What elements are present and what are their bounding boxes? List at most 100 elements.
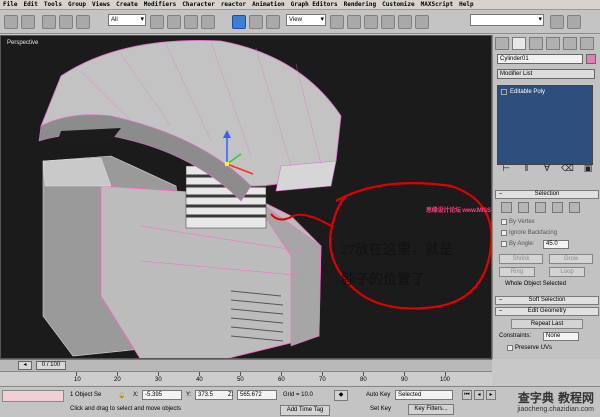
pin-stack-icon[interactable]: ⊢ <box>499 163 513 174</box>
menu-maxscript[interactable]: MAXScript <box>421 1 454 8</box>
track-bar[interactable]: 10 20 30 40 50 60 70 80 90 100 <box>0 371 492 385</box>
menu-animation[interactable]: Animation <box>252 1 285 8</box>
display-tab-icon[interactable] <box>563 37 577 50</box>
window-crossing-icon[interactable] <box>201 15 215 29</box>
rectangular-selection-icon[interactable] <box>184 15 198 29</box>
edge-icon[interactable] <box>518 202 529 213</box>
named-selection-dropdown[interactable] <box>470 14 544 26</box>
create-tab-icon[interactable] <box>495 37 509 50</box>
menu-create[interactable]: Create <box>116 1 138 8</box>
menu-customize[interactable]: Customize <box>382 1 415 8</box>
select-manipulate-icon[interactable] <box>347 15 361 29</box>
remove-modifier-icon[interactable]: ⌫ <box>561 163 575 174</box>
ring-button[interactable]: Ring <box>499 267 535 277</box>
checkbox-box[interactable] <box>507 345 513 351</box>
site-watermark-bottom: 查字典 教程网 jiaocheng.chazidian.com <box>484 389 594 413</box>
percent-snap-icon[interactable] <box>398 15 412 29</box>
menu-edit[interactable]: Edit <box>23 1 37 8</box>
reference-coordinate-dropdown[interactable]: View <box>286 14 326 26</box>
prev-frame-icon[interactable]: ◂ <box>18 361 32 370</box>
menu-tools[interactable]: Tools <box>44 1 62 8</box>
modify-tab-icon[interactable] <box>512 37 526 50</box>
go-to-start-icon[interactable]: ⏮ <box>462 390 472 400</box>
loop-button[interactable]: Loop <box>549 267 585 277</box>
annotation-line-1: 27放在这里，就是 <box>341 243 453 258</box>
vertex-icon[interactable] <box>501 202 512 213</box>
previous-frame-icon[interactable]: ◂ <box>474 390 484 400</box>
snaps-toggle-icon[interactable] <box>364 15 378 29</box>
select-and-rotate-icon[interactable] <box>249 15 263 29</box>
ignore-backfacing-checkbox[interactable]: Ignore Backfacing <box>501 230 557 236</box>
expand-icon[interactable] <box>501 89 507 95</box>
menu-group[interactable]: Group <box>68 1 86 8</box>
maxscript-listener-box[interactable] <box>2 390 64 402</box>
by-vertex-checkbox[interactable]: By Vertex <box>501 219 535 225</box>
shrink-button[interactable]: Shrink <box>499 254 543 264</box>
bind-space-warp-icon[interactable] <box>76 15 90 29</box>
add-time-tag-button[interactable]: Add Time Tag <box>280 405 330 416</box>
undo-icon[interactable] <box>4 15 18 29</box>
checkbox-box[interactable] <box>501 230 507 236</box>
polygon-icon[interactable] <box>552 202 563 213</box>
repeat-last-button[interactable]: Repeat Last <box>511 319 583 329</box>
stack-item-editable-poly[interactable]: Editable Poly <box>501 89 589 95</box>
tick-label: 60 <box>278 377 285 383</box>
modifier-list-dropdown[interactable]: Modifier List <box>497 69 595 79</box>
spinner-snap-icon[interactable] <box>415 15 429 29</box>
constraints-dropdown[interactable]: None <box>543 332 579 341</box>
select-by-name-icon[interactable] <box>167 15 181 29</box>
perspective-viewport[interactable]: Perspective 27放在这里，就是 脖子的位置了 思缘设计论坛 www.… <box>0 35 492 359</box>
select-link-icon[interactable] <box>42 15 56 29</box>
menu-rendering[interactable]: Rendering <box>344 1 377 8</box>
show-end-result-icon[interactable]: ‖ <box>520 163 534 174</box>
lock-selection-icon[interactable]: 🔒 <box>118 392 125 399</box>
menu-reactor[interactable]: reactor <box>221 1 246 8</box>
select-and-move-icon[interactable] <box>232 15 246 29</box>
by-angle-input[interactable]: 45.0 <box>543 240 569 249</box>
selection-filter-dropdown[interactable]: All <box>108 14 146 26</box>
annotation-text: 27放在这里，就是 脖子的位置了 <box>341 236 491 296</box>
object-name-field[interactable]: Cylinder01 <box>497 54 583 64</box>
configure-sets-icon[interactable]: ▣ <box>581 163 595 174</box>
key-set-dropdown[interactable]: Selected <box>395 390 453 400</box>
mirror-icon[interactable] <box>550 15 564 29</box>
element-icon[interactable] <box>569 202 580 213</box>
set-key-label[interactable]: Set Key <box>370 406 391 412</box>
auto-key-label[interactable]: Auto Key <box>366 392 390 398</box>
pivot-center-icon[interactable] <box>330 15 344 29</box>
menu-file[interactable]: File <box>3 1 17 8</box>
time-slider[interactable]: 0 / 100 <box>36 361 66 370</box>
checkbox-box[interactable] <box>501 241 507 247</box>
angle-snap-icon[interactable] <box>381 15 395 29</box>
key-mode-icon[interactable]: ◆ <box>334 390 348 401</box>
x-coordinate-field[interactable]: -5.395 <box>142 390 182 400</box>
key-filters-button[interactable]: Key Filters... <box>408 404 454 415</box>
select-object-icon[interactable] <box>150 15 164 29</box>
align-icon[interactable] <box>567 15 581 29</box>
menu-views[interactable]: Views <box>92 1 110 8</box>
menu-help[interactable]: Help <box>459 1 473 8</box>
border-icon[interactable] <box>535 202 546 213</box>
redo-icon[interactable] <box>21 15 35 29</box>
preserve-uvs-checkbox[interactable]: Preserve UVs <box>507 345 552 351</box>
checkbox-box[interactable] <box>501 219 507 225</box>
menu-modifiers[interactable]: Modifiers <box>144 1 177 8</box>
soft-selection-rollout[interactable]: Soft Selection <box>495 296 599 305</box>
motion-tab-icon[interactable] <box>546 37 560 50</box>
grow-button[interactable]: Grow <box>549 254 593 264</box>
z-coordinate-field[interactable]: 565.672 <box>237 390 277 400</box>
utilities-tab-icon[interactable] <box>580 37 594 50</box>
select-and-scale-icon[interactable] <box>266 15 280 29</box>
constraints-label: Constraints: <box>499 333 532 339</box>
unlink-icon[interactable] <box>59 15 73 29</box>
edit-geometry-rollout[interactable]: Edit Geometry <box>495 307 599 316</box>
menu-graph-editors[interactable]: Graph Editors <box>291 1 338 8</box>
by-angle-checkbox[interactable]: By Angle: <box>501 241 534 247</box>
selection-rollout[interactable]: Selection <box>495 190 599 199</box>
menu-character[interactable]: Character <box>182 1 215 8</box>
hierarchy-tab-icon[interactable] <box>529 37 543 50</box>
make-unique-icon[interactable]: ∀ <box>540 163 554 174</box>
x-label: X: <box>133 392 139 398</box>
annotation-line-2: 脖子的位置了 <box>341 273 425 288</box>
object-color-swatch[interactable] <box>586 54 596 64</box>
